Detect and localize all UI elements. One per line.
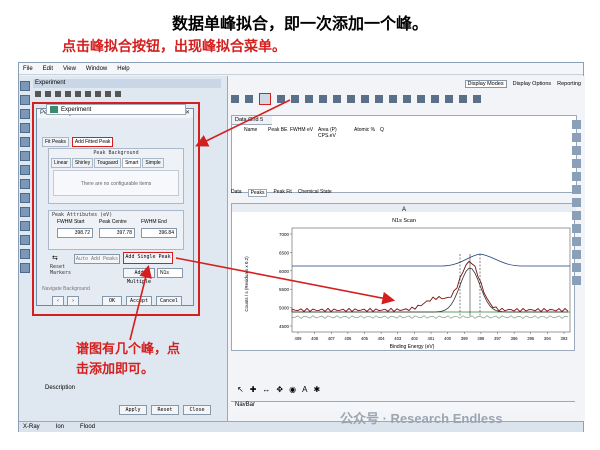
tool-icon[interactable]: [572, 211, 581, 220]
tool-icon[interactable]: [572, 198, 581, 207]
tool-icon[interactable]: [572, 276, 581, 285]
annotation-arrows: [129, 99, 396, 341]
tool-icon[interactable]: [572, 172, 581, 181]
arrow-to-dialog: [195, 99, 291, 147]
watermark: 公众号 · Research Endless: [340, 411, 503, 426]
arrow-to-plot: [175, 257, 396, 305]
note-line-2: 击添加即可。: [76, 362, 155, 377]
note-line-1: 谱图有几个峰，点: [76, 342, 181, 357]
right-icon-column: [572, 120, 582, 285]
note-annotation: 谱图有几个峰，点 击添加即可。: [76, 340, 180, 380]
tool-icon[interactable]: [572, 133, 581, 142]
tool-icon[interactable]: [572, 120, 581, 129]
tool-icon[interactable]: [572, 237, 581, 246]
tool-icon[interactable]: [572, 146, 581, 155]
tool-icon[interactable]: [572, 250, 581, 259]
tool-icon[interactable]: [572, 224, 581, 233]
arrow-from-note: [129, 264, 152, 341]
tool-icon[interactable]: [572, 263, 581, 272]
tool-icon[interactable]: [572, 185, 581, 194]
tool-icon[interactable]: [572, 159, 581, 168]
